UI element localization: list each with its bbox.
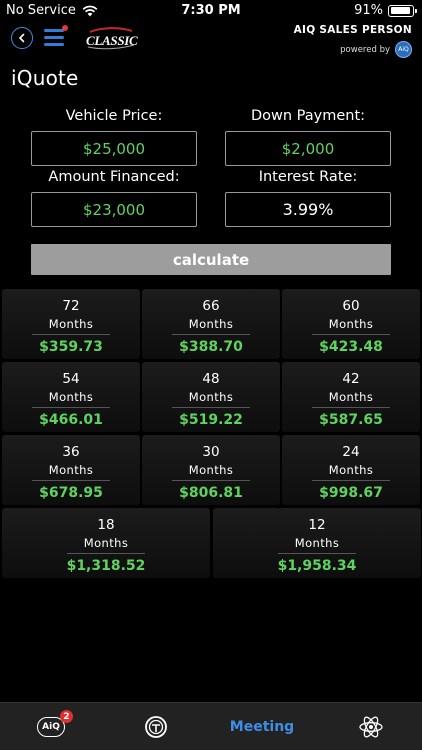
payment-option-tile[interactable]: 18 Months $1,318.52 xyxy=(2,508,210,578)
menu-button[interactable] xyxy=(44,25,68,48)
divider xyxy=(32,407,110,408)
tab-meeting[interactable]: Meeting xyxy=(222,703,302,750)
status-right: 91% xyxy=(354,3,417,18)
payment-option-tile[interactable]: 48 Months $519.22 xyxy=(142,362,280,432)
vehicle-price-field[interactable]: $25,000 xyxy=(31,131,197,166)
term-unit: Months xyxy=(188,390,234,404)
divider xyxy=(278,553,356,554)
back-button[interactable] xyxy=(11,27,33,49)
term-unit: Months xyxy=(48,463,94,477)
payment-option-tile[interactable]: 54 Months $466.01 xyxy=(2,362,140,432)
term-length: 54 xyxy=(62,371,80,387)
term-unit: Months xyxy=(83,536,129,550)
aiq-chat-icon: AiQ 2 xyxy=(37,710,73,737)
term-unit: Months xyxy=(188,463,234,477)
steering-wheel-icon xyxy=(145,716,167,738)
monthly-payment: $678.95 xyxy=(39,485,103,501)
tab-showroom[interactable] xyxy=(133,703,179,750)
payment-option-tile[interactable]: 60 Months $423.48 xyxy=(282,289,420,359)
monthly-payment: $466.01 xyxy=(39,412,103,428)
down-payment-field[interactable]: $2,000 xyxy=(225,131,391,166)
tab-tools[interactable] xyxy=(348,703,394,750)
dealer-logo: CLASSIC xyxy=(84,26,138,50)
term-unit: Months xyxy=(328,463,374,477)
term-unit: Months xyxy=(48,317,94,331)
amount-financed-field[interactable]: $23,000 xyxy=(31,192,197,227)
monthly-payment: $423.48 xyxy=(319,339,383,355)
aiq-logo-icon: AiQ xyxy=(395,41,412,58)
tab-bar: AiQ 2 Meeting xyxy=(0,702,422,750)
payment-option-tile[interactable]: 72 Months $359.73 xyxy=(2,289,140,359)
term-length: 72 xyxy=(62,298,80,314)
powered-by: powered by AiQ xyxy=(294,41,412,58)
battery-percent: 91% xyxy=(354,3,383,18)
divider xyxy=(32,334,110,335)
menu-bar-icon xyxy=(44,43,64,46)
calculate-button[interactable]: calculate xyxy=(31,244,391,275)
payment-option-tile[interactable]: 66 Months $388.70 xyxy=(142,289,280,359)
amount-financed-label: Amount Financed: xyxy=(48,169,180,185)
notification-badge: 2 xyxy=(60,710,73,723)
menu-bar-icon xyxy=(44,36,64,39)
term-length: 42 xyxy=(342,371,360,387)
battery-fill xyxy=(390,7,410,14)
term-unit: Months xyxy=(294,536,340,550)
brand-block: AIQ SALES PERSON powered by AiQ xyxy=(294,24,412,58)
term-length: 48 xyxy=(202,371,220,387)
term-length: 60 xyxy=(342,298,360,314)
term-length: 12 xyxy=(308,517,326,533)
divider xyxy=(172,407,250,408)
payment-option-tile[interactable]: 24 Months $998.67 xyxy=(282,435,420,505)
chevron-left-icon xyxy=(18,33,25,43)
divider xyxy=(312,480,390,481)
tab-aiq[interactable]: AiQ 2 xyxy=(28,703,74,750)
monthly-payment: $1,958.34 xyxy=(277,558,357,574)
term-unit: Months xyxy=(328,390,374,404)
monthly-payment: $359.73 xyxy=(39,339,103,355)
brand-title: AIQ SALES PERSON xyxy=(293,24,412,36)
divider xyxy=(312,334,390,335)
term-length: 30 xyxy=(202,444,220,460)
powered-by-text: powered by xyxy=(340,44,390,55)
app-header: CLASSIC AIQ SALES PERSON powered by AiQ xyxy=(0,22,422,58)
payment-option-tile[interactable]: 30 Months $806.81 xyxy=(142,435,280,505)
term-length: 24 xyxy=(342,444,360,460)
term-unit: Months xyxy=(188,317,234,331)
term-unit: Months xyxy=(48,390,94,404)
term-length: 36 xyxy=(62,444,80,460)
monthly-payment: $519.22 xyxy=(179,412,243,428)
divider xyxy=(32,480,110,481)
divider xyxy=(172,480,250,481)
monthly-payment: $587.65 xyxy=(319,412,383,428)
down-payment-label: Down Payment: xyxy=(250,108,366,124)
monthly-payment: $388.70 xyxy=(179,339,243,355)
atom-icon xyxy=(359,716,383,738)
term-unit: Months xyxy=(328,317,374,331)
status-bar: No Service 7:30 PM 91% xyxy=(0,0,422,22)
interest-rate-label: Interest Rate: xyxy=(258,169,358,185)
aiq-tab-label: AiQ xyxy=(42,722,60,732)
interest-rate-field[interactable]: 3.99% xyxy=(225,192,391,227)
divider xyxy=(172,334,250,335)
monthly-payment: $998.67 xyxy=(319,485,383,501)
monthly-payment: $806.81 xyxy=(179,485,243,501)
term-length: 18 xyxy=(97,517,115,533)
divider xyxy=(312,407,390,408)
divider xyxy=(67,553,145,554)
page-title: iQuote xyxy=(11,66,79,90)
menu-bar-icon xyxy=(44,29,64,32)
monthly-payment: $1,318.52 xyxy=(66,558,146,574)
logo-text: CLASSIC xyxy=(86,33,138,48)
vehicle-price-label: Vehicle Price: xyxy=(65,108,163,124)
term-length: 66 xyxy=(202,298,220,314)
payment-option-tile[interactable]: 36 Months $678.95 xyxy=(2,435,140,505)
payment-option-tile[interactable]: 12 Months $1,958.34 xyxy=(213,508,421,578)
payment-option-tile[interactable]: 42 Months $587.65 xyxy=(282,362,420,432)
battery-icon xyxy=(388,4,417,17)
notification-dot xyxy=(62,25,68,31)
